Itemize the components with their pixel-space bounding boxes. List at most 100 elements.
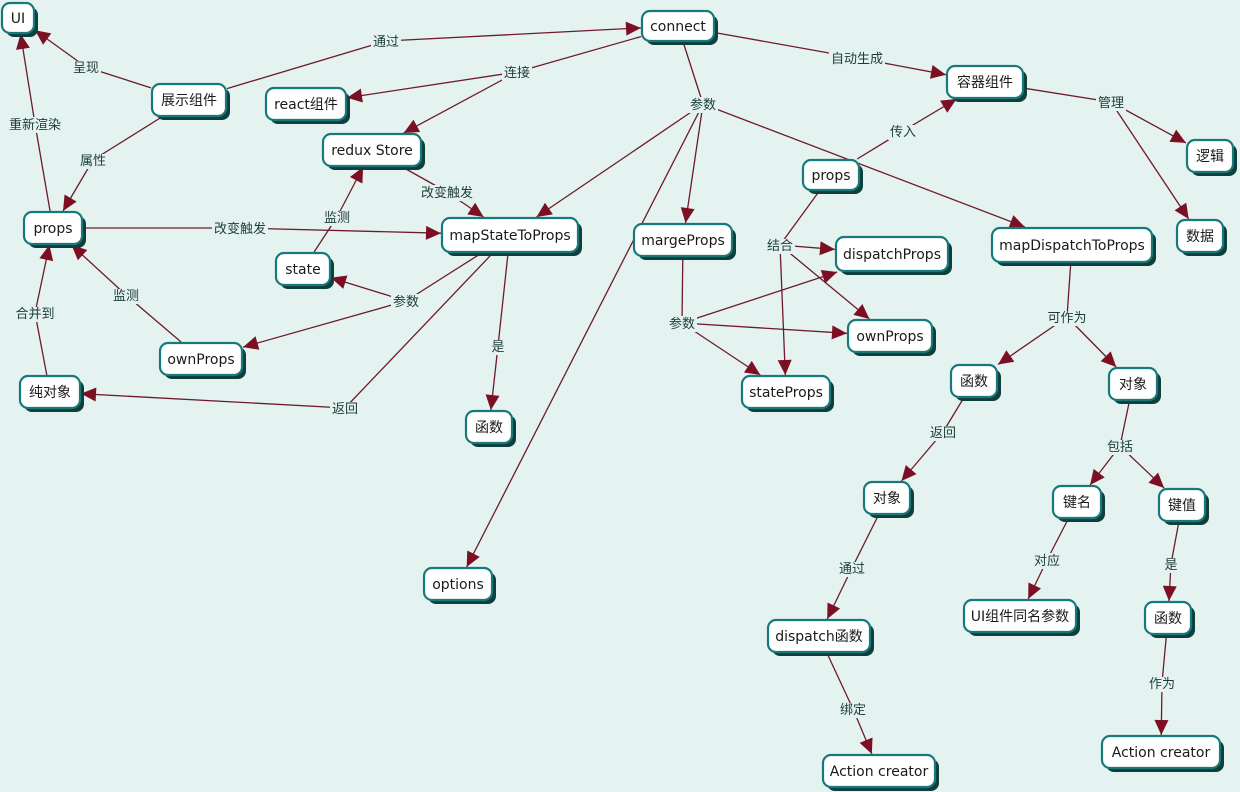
node-func1[interactable]: 函数 bbox=[464, 409, 516, 447]
connector-line bbox=[779, 190, 820, 246]
arrow-head-icon bbox=[35, 30, 52, 45]
node-mdtp[interactable]: mapDispatchToProps bbox=[990, 226, 1156, 266]
link-label: 改变触发 bbox=[421, 185, 473, 201]
arrow-head-icon bbox=[1174, 202, 1189, 219]
node-label: 键名 bbox=[1063, 495, 1091, 511]
node-plain[interactable]: 纯对象 bbox=[18, 374, 84, 412]
node-label: 纯对象 bbox=[29, 385, 71, 401]
link-label: 可作为 bbox=[1047, 311, 1086, 326]
link-label: 传入 bbox=[890, 125, 916, 140]
node-label: mapDispatchToProps bbox=[999, 238, 1145, 254]
link-label: 改变触发 bbox=[214, 221, 266, 237]
arrow-head-icon bbox=[403, 119, 421, 133]
node-store[interactable]: redux Store bbox=[321, 132, 425, 170]
node-keyvalue[interactable]: 键值 bbox=[1157, 487, 1209, 525]
node-func3[interactable]: 函数 bbox=[1143, 600, 1195, 638]
node-container[interactable]: 容器组件 bbox=[945, 64, 1027, 102]
connector-line bbox=[226, 40, 387, 90]
connector-line bbox=[34, 123, 51, 212]
node-label: props bbox=[811, 168, 850, 184]
link-label: 参数 bbox=[669, 316, 695, 332]
node-ownprops1[interactable]: ownProps bbox=[158, 341, 246, 379]
node-props1[interactable]: props bbox=[22, 210, 86, 248]
node-marge[interactable]: margeProps bbox=[632, 222, 736, 260]
link-lianjie bbox=[346, 35, 642, 134]
link-shuxing bbox=[62, 116, 163, 212]
node-label: 键值 bbox=[1168, 498, 1196, 514]
node-label: dispatchProps bbox=[843, 247, 941, 263]
link-tongguo1 bbox=[226, 21, 642, 90]
node-connect[interactable]: connect bbox=[640, 9, 718, 45]
link-label: 返回 bbox=[930, 426, 956, 441]
connector-line bbox=[681, 271, 838, 324]
link-label: 监测 bbox=[324, 211, 350, 226]
edges-layer bbox=[16, 21, 1190, 755]
arrow-head-icon bbox=[485, 394, 500, 410]
connector-line bbox=[34, 312, 48, 376]
connector-line bbox=[466, 103, 704, 568]
link-label: 对应 bbox=[1034, 553, 1060, 569]
arrow-head-icon bbox=[940, 99, 957, 113]
arrow-head-icon bbox=[1090, 468, 1105, 485]
arrow-head-icon bbox=[777, 359, 792, 375]
connector-line bbox=[1161, 634, 1168, 684]
link-label: 是 bbox=[491, 340, 504, 355]
node-label: 函数 bbox=[1154, 611, 1182, 627]
node-label: Action creator bbox=[1112, 745, 1211, 761]
connector-line bbox=[536, 103, 704, 218]
connector-line bbox=[681, 322, 848, 334]
link-label: 重新渲染 bbox=[9, 117, 61, 133]
nodes-layer: UI 展示组件 react组件 connect 容器组件逻辑数据 redux Store p… bbox=[0, 1, 1237, 791]
concept-map: 呈现通过属性重新渲染连接自动生成管理参数传入改变触发改变触发监测参数监测合并到返… bbox=[0, 1, 1237, 791]
node-func2[interactable]: 函数 bbox=[949, 363, 1001, 401]
connector-line bbox=[497, 252, 509, 347]
arrow-head-icon bbox=[536, 202, 553, 217]
node-keyname[interactable]: 键名 bbox=[1051, 484, 1105, 522]
node-label: react组件 bbox=[274, 97, 338, 113]
arrow-head-icon bbox=[744, 360, 761, 375]
node-display[interactable]: 展示组件 bbox=[150, 82, 230, 120]
arrow-head-icon bbox=[467, 202, 484, 217]
node-options[interactable]: options bbox=[422, 566, 496, 604]
node-react[interactable]: react组件 bbox=[264, 86, 350, 124]
node-obj1[interactable]: 对象 bbox=[862, 480, 914, 518]
arrow-head-icon bbox=[831, 325, 847, 340]
link-jiance1 bbox=[313, 166, 364, 253]
node-datan[interactable]: 数据 bbox=[1175, 218, 1227, 256]
connector-line bbox=[385, 27, 642, 42]
node-obj2[interactable]: 对象 bbox=[1107, 366, 1161, 404]
link-shi1 bbox=[485, 252, 509, 411]
node-state[interactable]: state bbox=[274, 251, 334, 289]
node-ownprops2[interactable]: ownProps bbox=[846, 318, 936, 356]
connector-line bbox=[1066, 262, 1072, 318]
node-label: redux Store bbox=[331, 143, 413, 159]
node-uiparams[interactable]: UI组件同名参数 bbox=[962, 598, 1080, 636]
link-label: 参数 bbox=[393, 294, 419, 310]
link-label: 连接 bbox=[504, 65, 530, 81]
connector-line bbox=[1110, 101, 1190, 220]
node-ac2[interactable]: Action creator bbox=[1100, 734, 1224, 772]
connector-line bbox=[516, 35, 642, 73]
node-label: stateProps bbox=[749, 385, 823, 401]
arrow-head-icon bbox=[853, 304, 870, 319]
node-label: 对象 bbox=[873, 491, 901, 507]
node-ac1[interactable]: Action creator bbox=[821, 753, 939, 791]
node-stateprops[interactable]: stateProps bbox=[740, 374, 834, 412]
link-chengxian bbox=[34, 29, 152, 89]
node-dispatchprops[interactable]: dispatchProps bbox=[834, 235, 952, 275]
node-logic[interactable]: 逻辑 bbox=[1185, 138, 1237, 176]
link-label: 监测 bbox=[113, 289, 139, 304]
node-dispatchfn[interactable]: dispatch函数 bbox=[766, 618, 874, 656]
node-ui[interactable]: UI bbox=[0, 1, 38, 37]
link-label: 自动生成 bbox=[831, 52, 883, 67]
node-mstp[interactable]: mapStateToProps bbox=[440, 216, 582, 256]
link-label: 参数 bbox=[690, 97, 716, 113]
node-label: 数据 bbox=[1186, 229, 1214, 245]
arrow-head-icon bbox=[901, 465, 917, 481]
arrow-head-icon bbox=[243, 336, 260, 350]
node-label: 展示组件 bbox=[161, 93, 217, 109]
link-label: 返回 bbox=[332, 402, 358, 417]
node-props2[interactable]: props bbox=[801, 158, 863, 194]
link-label: 呈现 bbox=[73, 61, 99, 76]
node-label: mapStateToProps bbox=[449, 228, 570, 244]
